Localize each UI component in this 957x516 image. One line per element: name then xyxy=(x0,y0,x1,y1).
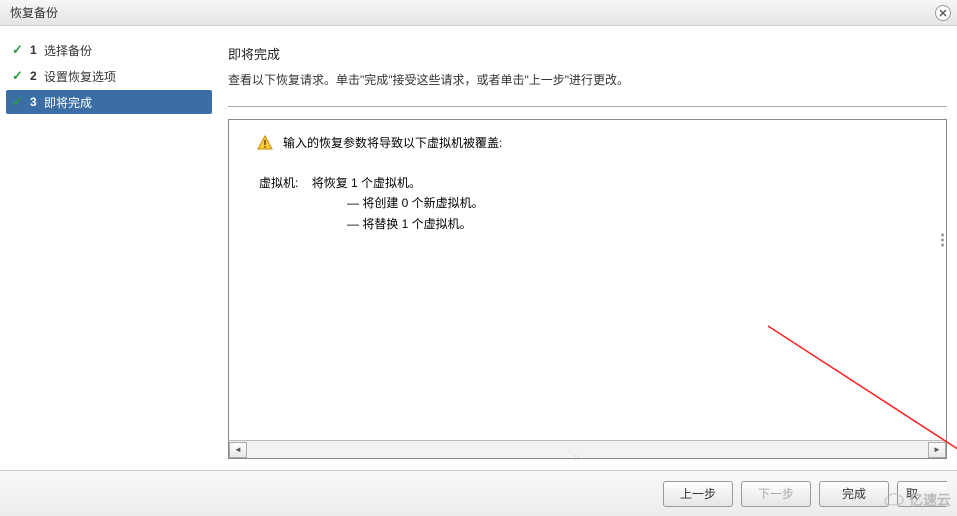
step-number: 2 xyxy=(30,69,44,83)
warning-text: 输入的恢复参数将导致以下虚拟机被覆盖: xyxy=(283,134,502,151)
warning-row: 输入的恢复参数将导致以下虚拟机被覆盖: xyxy=(257,134,918,151)
step-label: 设置恢复选项 xyxy=(44,68,116,85)
step-ready-to-complete[interactable]: ✓ 3 即将完成 xyxy=(6,90,212,114)
check-icon: ✓ xyxy=(12,42,26,58)
resize-handle-icon[interactable] xyxy=(938,234,946,247)
cloud-icon xyxy=(883,493,905,507)
close-icon xyxy=(939,9,947,17)
summary-panel: 输入的恢复参数将导致以下虚拟机被覆盖: 虚拟机: 将恢复 1 个虚拟机。 — 将… xyxy=(228,119,947,459)
scroll-left-arrow[interactable]: ◄ xyxy=(229,442,247,458)
window-title: 恢复备份 xyxy=(10,4,58,21)
vm-create-line: — 将创建 0 个新虚拟机。 xyxy=(347,193,918,213)
watermark: 亿速云 xyxy=(883,490,951,510)
close-button[interactable] xyxy=(935,5,951,21)
step-select-backup[interactable]: ✓ 1 选择备份 xyxy=(6,38,212,62)
check-icon: ✓ xyxy=(12,68,26,84)
warning-icon xyxy=(257,135,273,151)
step-number: 3 xyxy=(30,95,44,109)
titlebar: 恢复备份 xyxy=(0,0,957,26)
scroll-grip-icon: :: xyxy=(574,453,580,462)
scroll-right-arrow[interactable]: ► xyxy=(928,442,946,458)
divider xyxy=(228,106,947,107)
step-recovery-options[interactable]: ✓ 2 设置恢复选项 xyxy=(6,64,212,88)
finish-button[interactable]: 完成 xyxy=(819,481,889,507)
vm-label: 虚拟机: xyxy=(259,173,298,193)
step-label: 选择备份 xyxy=(44,42,92,59)
vm-replace-line: — 将替换 1 个虚拟机。 xyxy=(347,214,918,234)
wizard-body: ✓ 1 选择备份 ✓ 2 设置恢复选项 ✓ 3 即将完成 即将完成 查看以下恢复… xyxy=(0,26,957,470)
page-description: 查看以下恢复请求。单击"完成"接受这些请求，或者单击"上一步"进行更改。 xyxy=(228,71,947,88)
step-label: 即将完成 xyxy=(44,94,92,111)
next-button: 下一步 xyxy=(741,481,811,507)
wizard-content: 即将完成 查看以下恢复请求。单击"完成"接受这些请求，或者单击"上一步"进行更改… xyxy=(218,26,957,470)
wizard-steps: ✓ 1 选择备份 ✓ 2 设置恢复选项 ✓ 3 即将完成 xyxy=(0,26,218,470)
page-heading: 即将完成 xyxy=(228,44,947,63)
step-number: 1 xyxy=(30,43,44,57)
horizontal-scrollbar[interactable]: ◄ :: ► xyxy=(229,440,946,458)
vm-summary-text: 将恢复 1 个虚拟机。 xyxy=(312,176,421,190)
summary-content: 输入的恢复参数将导致以下虚拟机被覆盖: 虚拟机: 将恢复 1 个虚拟机。 — 将… xyxy=(229,120,946,438)
wizard-footer: 上一步 下一步 完成 取 xyxy=(0,470,957,516)
back-button[interactable]: 上一步 xyxy=(663,481,733,507)
check-icon: ✓ xyxy=(12,94,26,110)
watermark-text: 亿速云 xyxy=(909,490,951,510)
vm-summary: 虚拟机: 将恢复 1 个虚拟机。 — 将创建 0 个新虚拟机。 — 将替换 1 … xyxy=(259,173,918,234)
